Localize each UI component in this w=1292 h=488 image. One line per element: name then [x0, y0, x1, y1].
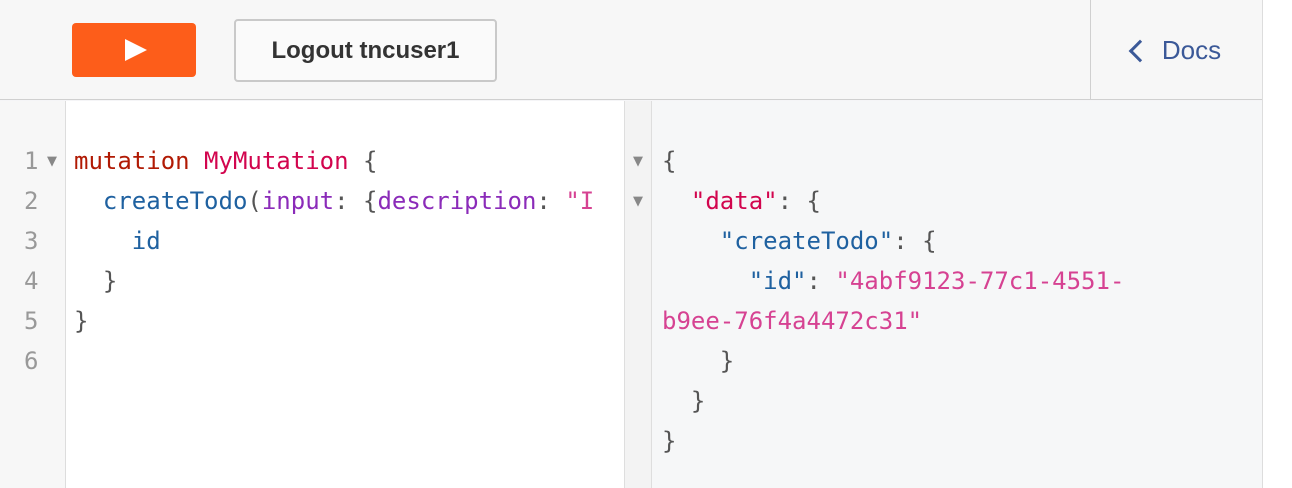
fold-arrow-icon[interactable]: ▼ — [47, 154, 57, 169]
editor-result-splitter[interactable]: ▼ ▼ — [624, 101, 652, 488]
run-button[interactable] — [72, 23, 196, 77]
fold-arrow-icon[interactable]: ▼ — [633, 194, 643, 209]
line-number: 6 — [24, 347, 39, 375]
query-editor[interactable]: mutation MyMutation { createTodo(input: … — [66, 101, 624, 488]
logout-button[interactable]: Logout tncuser1 — [234, 19, 497, 82]
code-line: mutation MyMutation { — [74, 147, 378, 175]
line-number: 3 — [24, 227, 39, 255]
play-icon — [125, 39, 147, 61]
docs-label: Docs — [1161, 34, 1222, 65]
line-number: 2 — [24, 187, 39, 215]
toolbar: Logout tncuser1 Docs — [0, 0, 1262, 100]
result-line: { — [662, 147, 677, 175]
fold-arrow-icon[interactable]: ▼ — [633, 154, 643, 169]
line-number-gutter: 1 2 3 4 5 6 ▼ — [0, 101, 66, 488]
line-number: 4 — [24, 267, 39, 295]
docs-button[interactable]: Docs — [1091, 0, 1262, 100]
code-line: } — [74, 307, 89, 335]
result-line: b9ee-76f4a4472c31" — [662, 307, 923, 335]
line-number: 5 — [24, 307, 39, 335]
result-line: } — [690, 387, 706, 415]
chevron-left-icon — [1128, 39, 1152, 63]
code-line: id — [131, 227, 161, 255]
result-viewer: { "data": { "createTodo": { "id": "4abf9… — [652, 101, 1262, 488]
result-line: } — [719, 347, 735, 375]
code-line: createTodo(input: {description: "I — [102, 187, 595, 215]
result-line: "data": { — [690, 187, 821, 215]
result-line: } — [662, 427, 677, 455]
result-line: "id": "4abf9123-77c1-4551- — [748, 267, 1125, 295]
right-scroll-rail[interactable] — [1262, 0, 1292, 488]
result-line: "createTodo": { — [719, 227, 937, 255]
line-number: 1 — [24, 147, 39, 175]
code-line: } — [102, 267, 118, 295]
